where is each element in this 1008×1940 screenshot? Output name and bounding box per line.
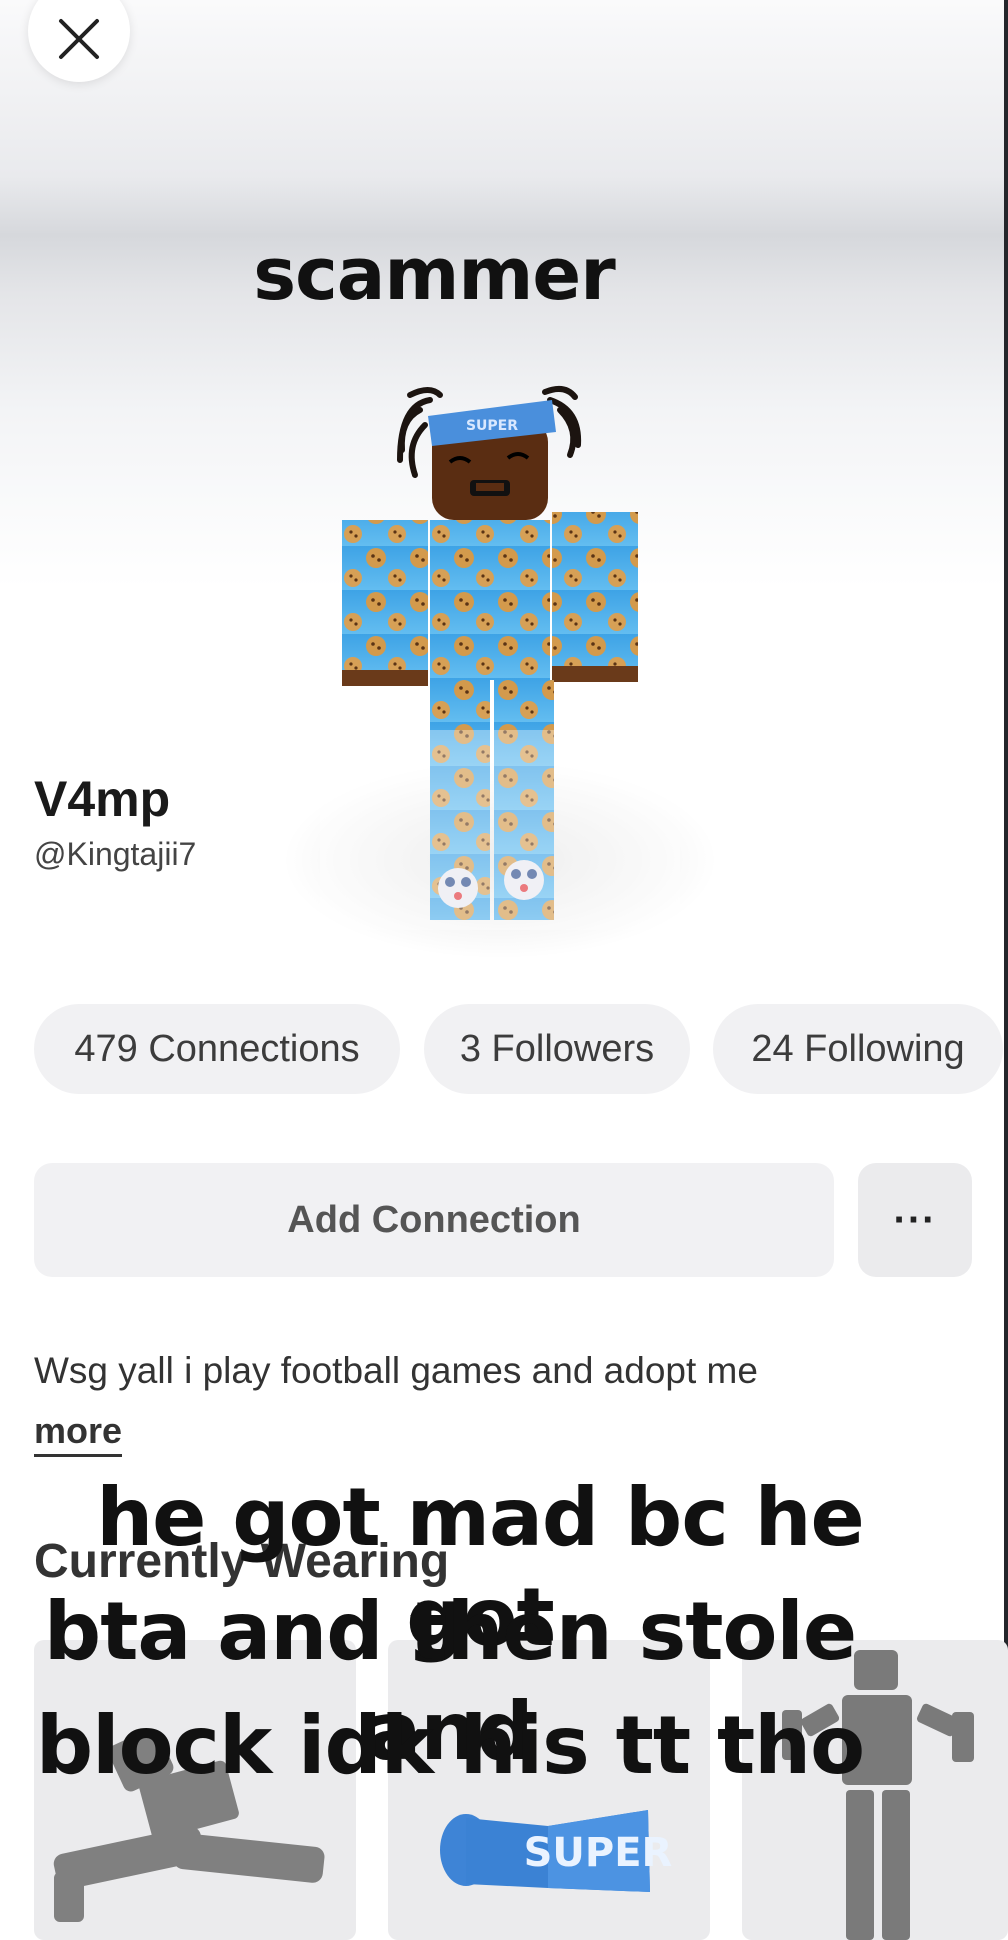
connections-pill[interactable]: 479 Connections (34, 1004, 400, 1094)
close-icon (59, 19, 99, 59)
more-options-button[interactable]: ··· (858, 1163, 972, 1277)
display-name: V4mp (34, 771, 171, 827)
super-label: SUPER (524, 1830, 673, 1876)
bio-text: Wsg yall i play football games and adopt… (34, 1350, 758, 1391)
add-connection-button[interactable]: Add Connection (34, 1163, 834, 1277)
profile-stats: 479 Connections 3 Followers 24 Following (0, 1004, 1008, 1094)
headband-text: SUPER (466, 418, 518, 434)
avatar-character[interactable]: SUPER (320, 370, 680, 930)
overlay-caption-top: scammer (253, 232, 616, 316)
following-pill[interactable]: 24 Following (713, 1004, 1003, 1094)
bio-more-link[interactable]: more (34, 1410, 123, 1457)
username: @Kingtajii7 (34, 836, 197, 872)
edge-strip (1004, 0, 1008, 1924)
followers-pill[interactable]: 3 Followers (424, 1004, 690, 1094)
overlay-caption-line-3: block idk his tt tho (35, 1699, 865, 1792)
